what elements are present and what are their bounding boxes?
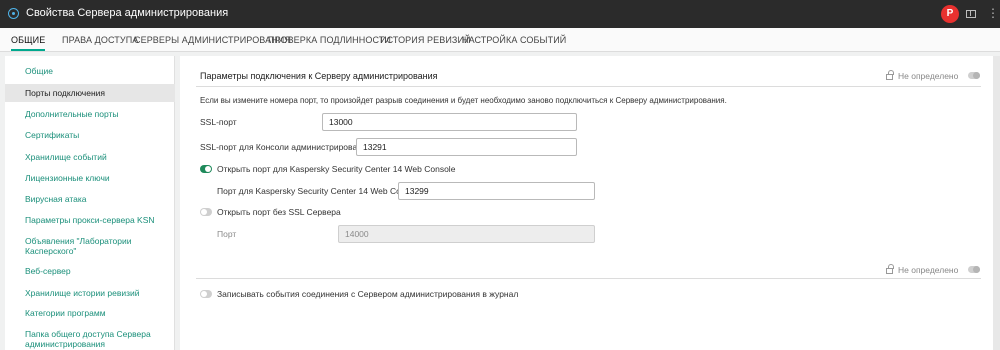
no-ssl-port-input [338, 225, 595, 243]
sidebar-item-certificates[interactable]: Сертификаты [5, 130, 175, 140]
tab-revision-history[interactable]: ИСТОРИЯ РЕВИЗИЙ [380, 35, 471, 45]
lock-icon [886, 70, 894, 80]
scrollbar[interactable] [993, 56, 1000, 350]
no-ssl-port-toggle-label: Открыть порт без SSL Сервера [217, 207, 341, 217]
more-icon[interactable]: ⋮ [987, 6, 999, 20]
web-console-port-label: Порт для Kaspersky Security Center 14 We… [217, 186, 422, 196]
info-text: Если вы измените номера порт, то произой… [200, 96, 727, 105]
app-icon [8, 8, 19, 19]
sidebar-item-virus-attack[interactable]: Вирусная атака [5, 194, 175, 204]
not-defined-label-2: Не определено [898, 265, 959, 275]
web-console-port-input[interactable] [398, 182, 595, 200]
no-ssl-port-toggle[interactable] [200, 208, 212, 216]
sidebar-item-web-server[interactable]: Веб-сервер [5, 266, 175, 276]
sidebar-item-ksn-proxy[interactable]: Параметры прокси-сервера KSN [5, 215, 175, 225]
not-defined-label: Не определено [898, 71, 959, 81]
sidebar-item-revision-storage[interactable]: Хранилище истории ревизий [5, 288, 175, 298]
sidebar-item-general[interactable]: Общие [5, 66, 175, 76]
main-content: Параметры подключения к Серверу админист… [180, 56, 995, 350]
user-avatar[interactable]: Р [941, 5, 959, 23]
window-titlebar: Свойства Сервера администрирования Р ⋮ [0, 0, 1000, 28]
section-divider-2 [196, 278, 981, 279]
sidebar-item-additional-ports[interactable]: Дополнительные порты [5, 109, 175, 119]
ssl-port-label: SSL-порт [200, 117, 237, 127]
tab-event-settings[interactable]: НАСТРОЙКА СОБЫТИЙ [462, 35, 566, 45]
sidebar-item-kaspersky-announcements[interactable]: Объявления "Лаборатории Касперского" [5, 236, 135, 256]
book-icon[interactable] [966, 10, 976, 18]
policy-lock-toggle-2[interactable] [968, 266, 981, 273]
console-port-input[interactable] [356, 138, 577, 156]
not-defined-policy-lock[interactable]: Не определено [886, 70, 981, 81]
ssl-port-input[interactable] [322, 113, 577, 131]
section-divider [196, 86, 981, 87]
no-ssl-port-label: Порт [217, 229, 237, 239]
log-events-toggle[interactable] [200, 290, 212, 298]
tab-general[interactable]: ОБЩИЕ [11, 35, 46, 51]
sidebar-item-app-categories[interactable]: Категории программ [5, 308, 175, 318]
tab-authentication[interactable]: ПРОВЕРКА ПОДЛИННОСТИ [268, 35, 391, 45]
sidebar: Общие Порты подключения Дополнительные п… [5, 56, 175, 350]
not-defined-policy-lock-2[interactable]: Не определено [886, 264, 981, 275]
tab-access-rights[interactable]: ПРАВА ДОСТУПА [62, 35, 138, 45]
log-events-toggle-label: Записывать события соединения с Сервером… [217, 289, 519, 299]
window-title: Свойства Сервера администрирования [26, 7, 229, 19]
policy-lock-toggle[interactable] [968, 72, 981, 79]
console-port-label: SSL-порт для Консоли администрирования [200, 142, 372, 152]
sidebar-item-connection-ports[interactable]: Порты подключения [5, 84, 175, 102]
web-console-port-toggle[interactable] [200, 165, 212, 173]
sidebar-item-event-storage[interactable]: Хранилище событий [5, 152, 175, 162]
sidebar-item-shared-folder[interactable]: Папка общего доступа Сервера администрир… [5, 329, 155, 349]
tab-bar: ОБЩИЕ ПРАВА ДОСТУПА СЕРВЕРЫ АДМИНИСТРИРО… [0, 28, 1000, 52]
lock-icon [886, 264, 894, 274]
section-title: Параметры подключения к Серверу админист… [200, 71, 438, 81]
web-console-port-toggle-label: Открыть порт для Kaspersky Security Cent… [217, 164, 456, 174]
sidebar-item-license-keys[interactable]: Лицензионные ключи [5, 173, 175, 183]
